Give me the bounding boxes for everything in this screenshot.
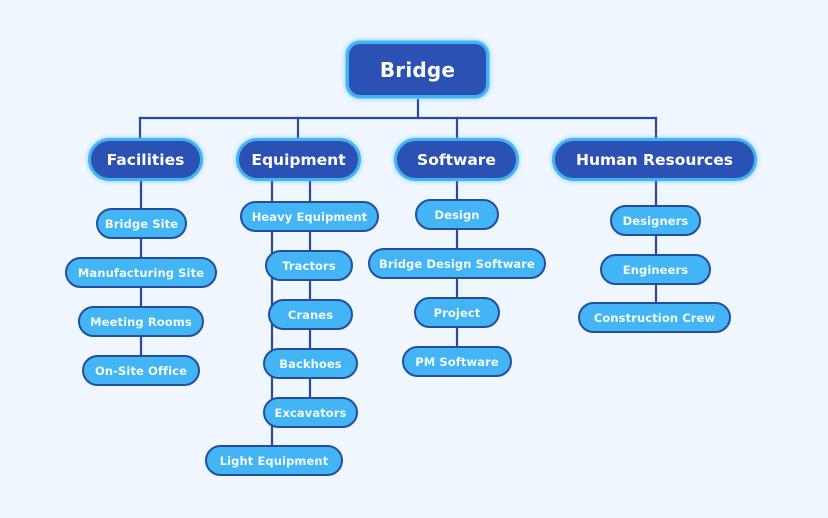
node-label: Excavators	[274, 405, 347, 420]
node-project[interactable]: Project	[414, 297, 500, 328]
node-bridge-design-software[interactable]: Bridge Design Software	[368, 248, 546, 279]
node-label: Construction Crew	[593, 310, 716, 325]
node-meeting-rooms[interactable]: Meeting Rooms	[78, 306, 204, 337]
root-label: Bridge	[379, 57, 456, 82]
node-cranes[interactable]: Cranes	[268, 299, 353, 330]
node-designers[interactable]: Designers	[610, 205, 701, 236]
node-light-equipment[interactable]: Light Equipment	[205, 445, 343, 476]
node-construction-crew[interactable]: Construction Crew	[578, 302, 731, 333]
node-heavy-equipment[interactable]: Heavy Equipment	[240, 201, 379, 232]
node-label: Engineers	[622, 262, 689, 277]
category-label: Human Resources	[576, 150, 733, 169]
node-label: Backhoes	[279, 356, 342, 371]
node-bridge-site[interactable]: Bridge Site	[96, 208, 187, 239]
node-label: Meeting Rooms	[90, 314, 192, 329]
node-label: PM Software	[415, 354, 499, 369]
node-label: Bridge Design Software	[379, 256, 535, 271]
node-design[interactable]: Design	[415, 199, 499, 230]
node-excavators[interactable]: Excavators	[263, 397, 358, 428]
node-tractors[interactable]: Tractors	[265, 250, 353, 281]
node-label: Light Equipment	[219, 453, 329, 468]
category-human-resources[interactable]: Human Resources	[552, 138, 757, 181]
category-equipment[interactable]: Equipment	[236, 138, 361, 181]
hierarchy-diagram: Bridge Facilities Equipment Software Hum…	[0, 0, 828, 518]
node-label: Project	[433, 305, 481, 320]
node-engineers[interactable]: Engineers	[600, 254, 711, 285]
node-pm-software[interactable]: PM Software	[402, 346, 512, 377]
node-backhoes[interactable]: Backhoes	[263, 348, 358, 379]
category-software[interactable]: Software	[394, 138, 519, 181]
node-label: Cranes	[287, 307, 334, 322]
category-label: Software	[417, 150, 496, 169]
node-on-site-office[interactable]: On-Site Office	[82, 355, 200, 386]
node-label: Design	[434, 207, 480, 222]
category-facilities[interactable]: Facilities	[88, 138, 203, 181]
node-manufacturing-site[interactable]: Manufacturing Site	[65, 257, 217, 288]
node-label: Bridge Site	[104, 216, 179, 231]
root-node-bridge[interactable]: Bridge	[346, 41, 489, 98]
node-label: On-Site Office	[94, 363, 187, 378]
node-label: Designers	[622, 213, 689, 228]
node-label: Heavy Equipment	[251, 209, 368, 224]
node-label: Tractors	[282, 258, 336, 273]
category-label: Equipment	[251, 150, 346, 169]
node-label: Manufacturing Site	[77, 265, 205, 280]
category-label: Facilities	[106, 150, 185, 169]
